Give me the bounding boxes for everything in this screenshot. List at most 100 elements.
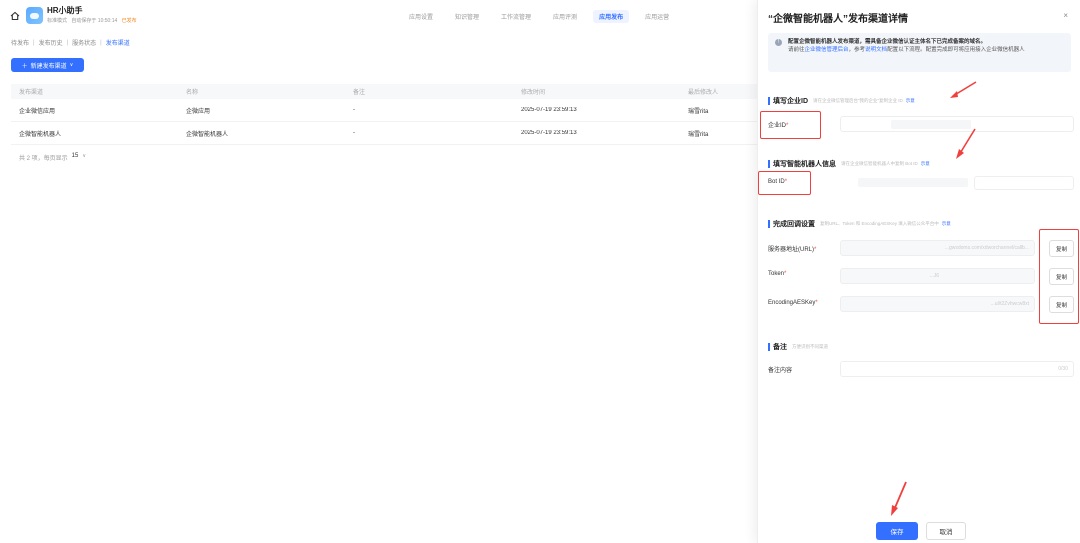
breadcrumb-pending[interactable]: 待发布 (11, 38, 29, 47)
server-url-field: ...gwsdoms.com/xdworchannel/callb... (840, 240, 1035, 256)
breadcrumb-history[interactable]: 发布历史 (39, 38, 63, 47)
token-value: ...J6 (929, 273, 939, 279)
arrow-annotation (956, 128, 976, 159)
section-bot-info: 填写智能机器人信息 请在企业微信智能机器人中复制 Bot ID 示意 (768, 159, 930, 169)
breadcrumb-channels[interactable]: 发布渠道 (106, 38, 130, 47)
arrow-annotation (950, 81, 977, 98)
table-cell: 企微应用 (186, 108, 211, 115)
char-counter: 0/30 (1058, 366, 1068, 372)
aes-key-value: ...ul/t2Zvhwcw8xt (990, 301, 1029, 307)
top-nav: 应用设置 知识管理 工作流管理 应用评测 应用发布 应用运营 (403, 10, 685, 23)
server-url-value: ...gwsdoms.com/xdworchannel/callb... (944, 245, 1029, 251)
remark-label: 备注内容 (768, 368, 793, 374)
section-marker (768, 220, 770, 228)
required-mark: * (815, 300, 818, 306)
token-label: Token* (768, 271, 786, 277)
info-icon: ! (775, 39, 782, 46)
new-channel-label: 新建发布渠道 (30, 63, 67, 70)
example-link[interactable]: 示意 (906, 98, 915, 104)
column-header: 发布渠道 (19, 90, 44, 96)
table-row[interactable]: 企业微信应用 企微应用 - 2025-07-19 23:59:13 瑞雪rita (11, 99, 760, 122)
table-cell: 企微智能机器人 (186, 131, 229, 138)
required-mark: * (784, 271, 787, 277)
table-cell: - (353, 107, 355, 113)
section-marker (768, 97, 770, 105)
field-label-text: Token (768, 271, 785, 277)
section-title: 备注 (773, 344, 787, 351)
save-button[interactable]: 保存 (876, 522, 918, 540)
section-corp-id: 填写企业ID 请在企业微信管理后台“我的企业”复制企业 ID 示意 (768, 96, 915, 106)
highlight-box (760, 111, 821, 139)
example-link[interactable]: 示意 (942, 221, 951, 227)
home-icon[interactable] (10, 11, 20, 21)
section-remark: 备注 方便识别不同渠道 (768, 342, 828, 352)
tab-publish[interactable]: 应用发布 (593, 10, 630, 23)
section-title: 完成回调设置 (773, 221, 815, 228)
breadcrumb-service-status[interactable]: 服务状态 (72, 38, 96, 47)
field-label-text: EncodingAESKey (768, 300, 816, 306)
section-hint: 复制URL、Token 和 EncodingAESKey 填入微信公众平台中 (820, 221, 939, 226)
table-cell: 企业微信应用 (19, 108, 56, 115)
pagination-total: 共 2 项，每页显示 (19, 156, 68, 162)
tab-workflow[interactable]: 工作流管理 (495, 10, 537, 23)
notice-text: 配置以下流程。配置完成即可将应用接入企业微信机器人 (887, 47, 1025, 53)
pagination: 共 2 项，每页显示 15 ∨ (19, 153, 86, 162)
section-hint: 请在企业微信管理后台“我的企业”复制企业 ID (813, 98, 903, 103)
section-title: 填写智能机器人信息 (773, 161, 836, 168)
tab-app-settings[interactable]: 应用设置 (403, 10, 439, 23)
notice-text: 请前往 (788, 47, 805, 53)
drawer-title: “企微智能机器人”发布渠道详情 (768, 14, 908, 25)
table-cell: 瑞雪rita (688, 131, 709, 138)
table-row[interactable]: 企微智能机器人 企微智能机器人 - 2025-07-19 23:59:13 瑞雪… (11, 122, 760, 145)
section-callback: 完成回调设置 复制URL、Token 和 EncodingAESKey 填入微信… (768, 219, 951, 229)
table-cell: 企微智能机器人 (19, 131, 62, 138)
tab-knowledge[interactable]: 知识管理 (449, 10, 485, 23)
notice-box: ! 配置企微智能机器人发布渠道，需具备企业微信认证主体名下已完成备案的域名。 请… (768, 33, 1071, 72)
table-cell: - (353, 130, 355, 136)
admin-console-link[interactable]: 企业微信管理后台 (805, 47, 849, 53)
chevron-down-icon: ∨ (69, 62, 74, 68)
server-url-label: 服务器地址(URL)* (768, 244, 816, 253)
tab-operation[interactable]: 应用运营 (639, 10, 675, 23)
field-label-text: 服务器地址(URL) (768, 247, 814, 253)
table-cell: 瑞雪rita (688, 108, 709, 115)
app-mode: 标准模式 (47, 18, 68, 24)
notice-line-2: 请前往企业微信管理后台，参考说明文档配置以下流程。配置完成即可将应用接入企业微信… (788, 46, 1065, 54)
breadcrumb: 待发布 | 发布历史 | 服务状态 | 发布渠道 (11, 38, 130, 48)
required-mark: * (814, 247, 817, 253)
bot-id-input[interactable] (974, 176, 1074, 190)
status-badge: 已发布 (121, 18, 137, 24)
section-title: 填写企业ID (773, 98, 808, 105)
section-hint: 方便识别不同渠道 (792, 344, 828, 349)
page-size-select[interactable]: 15 (72, 153, 79, 162)
column-header: 名称 (186, 90, 199, 96)
column-header: 备注 (353, 90, 366, 96)
app-header: HR小助手 标准模式 自动保存于 10:50:14 已发布 应用设置 知识管理 … (0, 0, 760, 30)
notice-text: ，参考 (848, 47, 866, 53)
arrow-annotation (891, 481, 907, 516)
table-cell: 2025-07-19 23:59:13 (521, 107, 577, 113)
chevron-down-icon[interactable]: ∨ (82, 153, 86, 162)
plus-icon: ＋ (21, 63, 28, 70)
notice-line-1: 配置企微智能机器人发布渠道，需具备企业微信认证主体名下已完成备案的域名。 (788, 39, 987, 45)
app-saved-time: 自动保存于 10:50:14 (71, 18, 118, 24)
section-hint: 请在企业微信智能机器人中复制 Bot ID (841, 161, 918, 166)
masked-value (858, 178, 968, 187)
new-channel-button[interactable]: ＋ 新建发布渠道 ∨ (11, 58, 84, 72)
tab-evaluation[interactable]: 应用评测 (547, 10, 583, 23)
docs-link[interactable]: 说明文档 (865, 47, 887, 53)
close-icon[interactable]: × (1063, 11, 1068, 20)
app-logo (26, 7, 43, 24)
remark-input[interactable]: 0/30 (840, 361, 1074, 377)
section-marker (768, 343, 770, 351)
aes-key-field: ...ul/t2Zvhwcw8xt (840, 296, 1035, 312)
channel-detail-drawer: “企微智能机器人”发布渠道详情 × ! 配置企微智能机器人发布渠道，需具备企业微… (757, 0, 1080, 543)
column-header: 最后修改人 (688, 90, 719, 96)
example-link[interactable]: 示意 (921, 161, 930, 167)
channel-table: 发布渠道 名称 备注 修改时间 最后修改人 企业微信应用 企微应用 - 2025… (11, 84, 760, 145)
highlight-box (758, 171, 811, 195)
cancel-button[interactable]: 取消 (926, 522, 966, 540)
table-cell: 2025-07-19 23:59:13 (521, 130, 577, 136)
token-field: ...J6 (840, 268, 1035, 284)
app-status: 标准模式 自动保存于 10:50:14 已发布 (47, 17, 137, 24)
